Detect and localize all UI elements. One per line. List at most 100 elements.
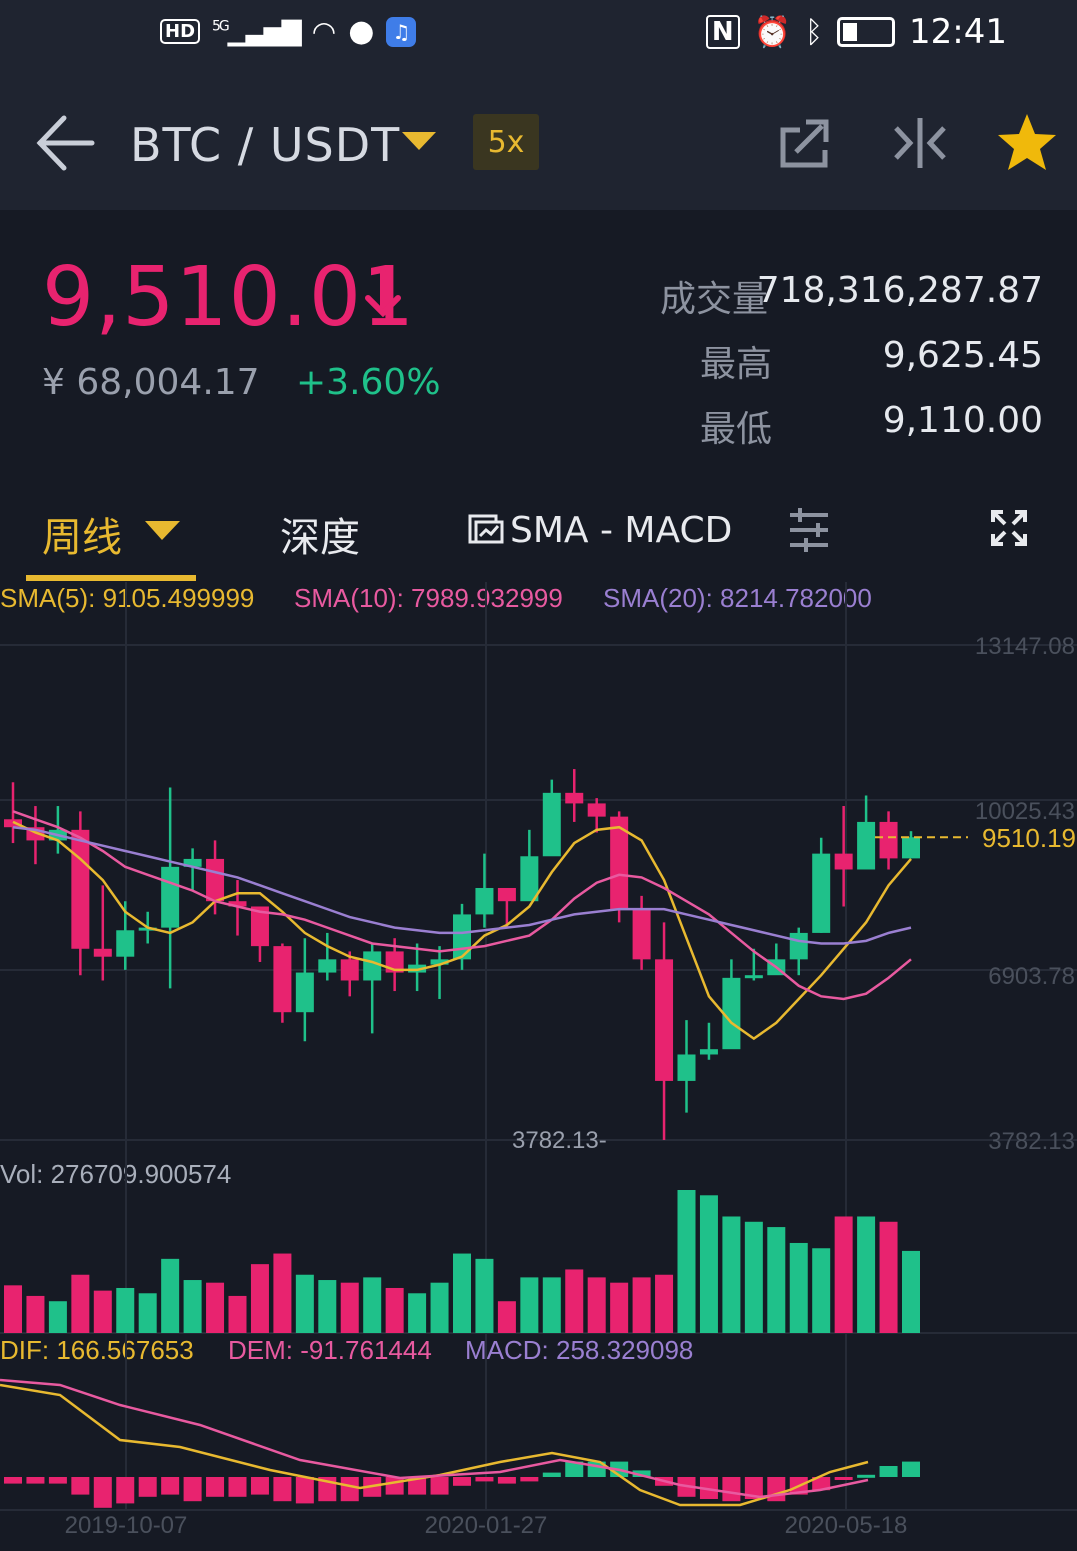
- volume-bar: [542, 1277, 561, 1333]
- candle-body: [677, 1054, 696, 1081]
- macd-bar: [430, 1477, 449, 1495]
- macd-bar: [767, 1477, 786, 1502]
- volume-bar: [520, 1277, 539, 1333]
- macd-bar: [26, 1477, 45, 1484]
- volume-bar: [206, 1282, 225, 1333]
- macd-bar: [722, 1477, 741, 1502]
- volume-bar: [497, 1301, 516, 1333]
- candle-body: [655, 959, 674, 1081]
- last-price-tag: 9510.19: [982, 823, 1076, 853]
- candle-body: [699, 1049, 718, 1055]
- volume-bar: [116, 1287, 135, 1333]
- macd-bar: [834, 1477, 853, 1480]
- volume-bar: [632, 1277, 651, 1333]
- candle-body: [71, 829, 90, 949]
- min-price-marker: 3782.13-: [512, 1127, 607, 1154]
- macd-bar: [161, 1477, 180, 1495]
- volume-bar: [902, 1250, 920, 1333]
- macd-bar: [48, 1477, 67, 1484]
- volume-bar: [48, 1301, 67, 1333]
- candle-body: [857, 821, 876, 870]
- volume-bar: [385, 1287, 404, 1333]
- macd-bar: [497, 1477, 516, 1484]
- macd-bar: [340, 1477, 359, 1502]
- volume-bar: [610, 1282, 629, 1333]
- macd-bar: [879, 1466, 898, 1477]
- macd-bar: [228, 1477, 247, 1497]
- candle-body: [273, 946, 292, 1013]
- candle-body: [161, 866, 180, 928]
- macd-bar: [295, 1477, 314, 1504]
- volume-bar: [767, 1227, 786, 1333]
- y-axis-label: 6903.78: [988, 963, 1075, 990]
- macd-bar: [273, 1477, 292, 1502]
- volume-bar: [138, 1293, 157, 1333]
- macd-bar: [116, 1477, 135, 1504]
- volume-bar: [273, 1253, 292, 1333]
- volume-bar: [318, 1280, 337, 1333]
- volume-bar: [789, 1242, 808, 1333]
- macd-bar: [206, 1477, 225, 1497]
- candle-body: [520, 856, 539, 902]
- x-axis-label: 2020-01-27: [425, 1512, 548, 1539]
- candle-body: [542, 792, 561, 857]
- macd-bar: [93, 1477, 112, 1508]
- volume-bar: [587, 1277, 606, 1333]
- candle-body: [879, 821, 898, 859]
- macd-bar: [138, 1477, 157, 1497]
- macd-bar: [71, 1477, 90, 1495]
- candle-body: [116, 930, 135, 957]
- macd-bar: [902, 1461, 920, 1477]
- volume-bar: [4, 1285, 22, 1333]
- candle-body: [93, 948, 112, 957]
- candle-body: [497, 887, 516, 902]
- candle-body: [789, 932, 808, 960]
- volume-bar: [565, 1269, 584, 1333]
- volume-bar: [857, 1216, 876, 1333]
- candle-body: [363, 951, 382, 981]
- candle-body: [206, 858, 225, 902]
- candle-body: [834, 853, 853, 870]
- macd-bar: [475, 1477, 494, 1482]
- volume-bar: [71, 1274, 90, 1333]
- volume-bar: [250, 1264, 269, 1333]
- candle-body: [453, 914, 471, 960]
- macd-bar: [183, 1477, 202, 1502]
- y-axis-label: 13147.08: [975, 633, 1075, 660]
- candle-body: [295, 972, 314, 1013]
- volume-bar: [340, 1282, 359, 1333]
- candle-body: [632, 909, 651, 960]
- candle-body: [318, 959, 337, 973]
- macd-bar: [520, 1477, 539, 1482]
- volume-bar: [228, 1295, 247, 1333]
- macd-bar: [385, 1477, 404, 1495]
- macd-bar: [542, 1472, 561, 1477]
- volume-bar: [699, 1195, 718, 1333]
- candle-body: [902, 837, 920, 859]
- volume-bar: [812, 1248, 831, 1333]
- volume-bar: [744, 1221, 763, 1333]
- price-chart[interactable]: 13147.0810025.436903.783782.139510.19378…: [0, 0, 1077, 1551]
- volume-bar: [834, 1216, 853, 1333]
- volume-bar: [26, 1295, 45, 1333]
- candle-body: [475, 887, 494, 915]
- candle-body: [587, 803, 606, 817]
- x-axis-label: 2020-05-18: [785, 1512, 908, 1539]
- candle-body: [565, 792, 584, 804]
- macd-bar: [4, 1477, 22, 1484]
- macd-bar: [857, 1474, 876, 1478]
- volume-bar: [879, 1221, 898, 1333]
- volume-bar: [183, 1280, 202, 1333]
- candle-body: [812, 853, 831, 933]
- y-axis-label: 3782.13: [988, 1128, 1075, 1155]
- volume-bar: [475, 1258, 494, 1333]
- volume-bar: [677, 1190, 696, 1333]
- volume-bar: [655, 1274, 674, 1333]
- volume-bar: [363, 1277, 382, 1333]
- macd-bar: [250, 1477, 269, 1495]
- candle-body: [744, 975, 763, 979]
- volume-bar: [408, 1293, 427, 1333]
- volume-bar: [295, 1274, 314, 1333]
- volume-bar: [722, 1216, 741, 1333]
- x-axis-label: 2019-10-07: [65, 1512, 188, 1539]
